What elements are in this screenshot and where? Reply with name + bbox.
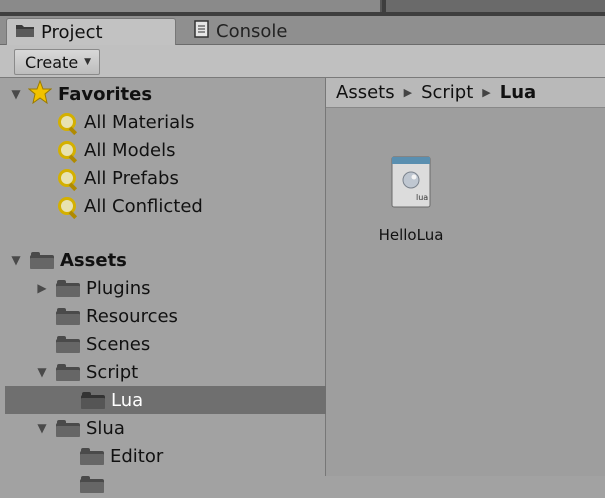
star-icon xyxy=(27,79,53,109)
breadcrumb-assets[interactable]: Assets xyxy=(336,82,395,103)
expand-arrow-icon[interactable]: ▼ xyxy=(10,253,22,267)
tree-item-script[interactable]: ▼ Script xyxy=(0,358,361,386)
search-icon xyxy=(56,167,78,192)
folder-icon xyxy=(56,335,80,353)
file-badge: lua xyxy=(416,193,428,202)
tree-item-label: Slua xyxy=(86,417,125,439)
folder-icon xyxy=(81,391,105,409)
panel-above-left xyxy=(0,0,382,12)
search-icon xyxy=(56,139,78,164)
favorites-header[interactable]: ▼ Favorites xyxy=(0,79,335,109)
expand-arrow-icon[interactable]: ▼ xyxy=(10,87,22,101)
breadcrumb: Assets ▶ Script ▶ Lua xyxy=(326,78,605,108)
folder-icon xyxy=(56,307,80,325)
favorite-item[interactable]: All Conflicted xyxy=(0,192,381,220)
project-toolbar: Create ▼ xyxy=(0,45,605,78)
breadcrumb-lua[interactable]: Lua xyxy=(500,82,536,103)
breadcrumb-separator-icon: ▶ xyxy=(482,86,491,99)
lua-file-icon: lua xyxy=(391,156,431,208)
folder-icon xyxy=(56,419,80,437)
folder-icon xyxy=(15,22,35,43)
project-tree: ▼ Favorites All Materials All Models All… xyxy=(0,78,400,493)
panel-above-right xyxy=(386,0,605,12)
tree-item-resources[interactable]: Resources xyxy=(0,302,381,330)
dropdown-caret-icon: ▼ xyxy=(84,57,92,67)
search-icon xyxy=(56,111,78,136)
collapse-arrow-icon[interactable]: ▶ xyxy=(36,281,48,295)
folder-icon xyxy=(80,447,104,465)
tree-item-label: Scenes xyxy=(86,333,151,355)
window-top-strip xyxy=(0,0,605,16)
favorite-item[interactable]: All Materials xyxy=(0,108,381,136)
expand-arrow-icon[interactable]: ▼ xyxy=(36,421,48,435)
tree-item-label: Editor xyxy=(110,445,164,467)
folder-icon xyxy=(80,475,104,493)
breadcrumb-separator-icon: ▶ xyxy=(403,86,413,99)
favorite-item-label: All Materials xyxy=(84,111,195,133)
favorite-item[interactable]: All Models xyxy=(0,136,381,164)
tree-item-label: Lua xyxy=(111,389,144,411)
asset-item-hellolua[interactable]: lua HelloLua xyxy=(366,156,456,244)
tab-project-label: Project xyxy=(41,21,103,43)
tree-item-label: Plugins xyxy=(86,277,151,299)
favorite-item-label: All Conflicted xyxy=(84,195,203,217)
search-icon xyxy=(56,195,78,220)
favorite-item-label: All Prefabs xyxy=(84,167,179,189)
tab-console-label: Console xyxy=(216,21,288,42)
asset-browser: Assets ▶ Script ▶ Lua lua HelloLua xyxy=(326,78,605,476)
folder-icon xyxy=(56,363,80,381)
favorite-item-label: All Models xyxy=(84,139,176,161)
tab-bar: Project Console xyxy=(0,16,605,45)
tab-project[interactable]: Project xyxy=(6,18,176,45)
tree-item-label: Resources xyxy=(86,305,178,327)
tree-item-scenes[interactable]: Scenes xyxy=(0,330,381,358)
tree-item-label: Script xyxy=(86,361,139,383)
create-button[interactable]: Create ▼ xyxy=(14,49,101,75)
tab-console[interactable]: Console xyxy=(186,18,346,45)
assets-label: Assets xyxy=(60,249,127,271)
favorite-item[interactable]: All Prefabs xyxy=(0,164,381,192)
tree-item-plugins[interactable]: ▶ Plugins xyxy=(0,274,361,302)
asset-name: HelloLua xyxy=(378,226,444,244)
assets-header[interactable]: ▼ Assets xyxy=(0,246,335,274)
console-icon xyxy=(194,20,210,43)
expand-arrow-icon[interactable]: ▼ xyxy=(36,365,48,379)
folder-icon xyxy=(30,251,54,269)
folder-icon xyxy=(56,279,80,297)
tree-item-slua[interactable]: ▼ Slua xyxy=(0,414,361,442)
breadcrumb-script[interactable]: Script xyxy=(421,82,473,103)
favorites-label: Favorites xyxy=(58,83,153,105)
create-button-label: Create xyxy=(25,52,79,72)
